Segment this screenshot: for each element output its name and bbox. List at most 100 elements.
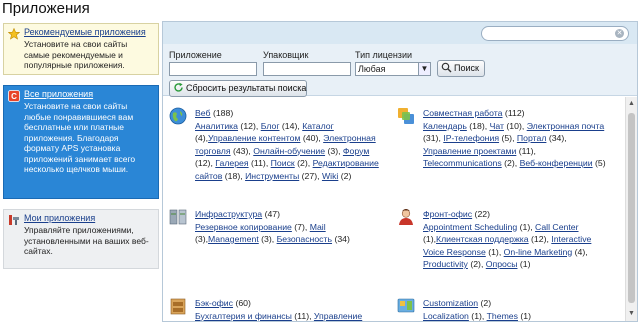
category-front-office-title[interactable]: Фронт-офис (423, 209, 472, 219)
subcategory-link[interactable]: Themes (487, 311, 518, 321)
subcategory-count: (1), (423, 234, 437, 244)
subcategory-count: (3), (258, 234, 277, 244)
packager-filter-label: Упаковщик (263, 50, 309, 60)
packager-filter-input[interactable] (263, 62, 351, 76)
sidebar-item-my-title[interactable]: Мои приложения (24, 213, 154, 223)
subcategory-link[interactable]: Call Center (535, 222, 578, 232)
subcategory-link[interactable]: Электронная почта (527, 121, 605, 131)
subcategory-link[interactable]: Резервное копирование (195, 222, 292, 232)
subcategory-link[interactable]: Инструменты (245, 171, 299, 181)
sidebar-item-all-desc: Установите на свои сайты любые понравивш… (24, 101, 136, 174)
subcategory-count: (14), (279, 120, 303, 131)
subcategory-count: (18), (222, 170, 246, 181)
subcategory-count: (27), (299, 170, 322, 181)
subcategory-link[interactable]: Поиск (271, 158, 295, 168)
subcategory-link[interactable]: Веб-конференции (520, 158, 593, 168)
subcategory-link[interactable]: Чат (490, 121, 504, 131)
star-icon (8, 28, 20, 40)
subcategory-link[interactable]: Management (208, 234, 259, 244)
category-back-office-title[interactable]: Бэк-офис (195, 298, 233, 308)
subcategory-link[interactable]: Telecommunications (423, 158, 502, 168)
license-select-value: Любая (358, 64, 386, 74)
category-web-count: (188) (212, 108, 234, 118)
reset-search-button[interactable]: Сбросить результаты поиска (169, 80, 307, 97)
subcategory-link[interactable]: Форум (343, 146, 369, 156)
subcategory-count: (2), (501, 158, 520, 168)
category-customization-title[interactable]: Customization (423, 298, 478, 308)
subcategory-count: (5), (499, 133, 517, 143)
subcategory-link[interactable]: IP-телефония (443, 133, 499, 143)
scroll-down-icon[interactable]: ▼ (626, 309, 637, 319)
filter-panel: Приложение Упаковщик Тип лицензии Любая … (163, 44, 637, 97)
subcategory-count: (12), (195, 158, 216, 168)
subcategory-count: (34) (332, 234, 350, 244)
page-title: Приложения (2, 0, 90, 17)
magnifier-icon (441, 62, 452, 73)
category-customization-text: Customization (2) Localization (1), Theme… (423, 297, 613, 321)
subcategory-count: (12), (528, 234, 552, 244)
subcategory-count: (2), (294, 158, 313, 168)
search-button[interactable]: Поиск (437, 60, 485, 77)
subcategory-link[interactable]: Управление (314, 311, 362, 321)
categories-list: Веб (188) Аналитика (12), Блог (14), Ката… (163, 97, 625, 321)
category-front-office-count: (22) (474, 209, 490, 219)
sidebar-item-all[interactable]: C Все приложения Установите на свои сайт… (3, 85, 159, 199)
subcategory-count: (11), (291, 310, 314, 321)
scroll-up-icon[interactable]: ▲ (626, 99, 637, 109)
category-back-office-text: Бэк-офис (60) Бухгалтерия и финансы (11),… (195, 297, 385, 321)
subcategory-link[interactable]: Mail (310, 222, 326, 232)
subcategory-count: (31), (423, 133, 444, 143)
subcategory-count: (5) (592, 158, 606, 168)
scrollbar-thumb[interactable] (628, 113, 635, 303)
subcategory-link[interactable]: Галерея (215, 158, 248, 168)
subcategory-count: (10), (503, 120, 527, 131)
category-infrastructure-text: Инфраструктура (47) Резервное копирование… (195, 208, 385, 246)
chevron-down-icon[interactable]: ▼ (418, 63, 430, 75)
subcategory-count: (1), (468, 310, 487, 321)
subcategory-count: (4), (572, 246, 588, 257)
subcategory-link[interactable]: Productivity (423, 259, 468, 269)
subcategory-link[interactable]: Опросы (486, 259, 518, 269)
subcategory-link[interactable]: Бухгалтерия и финансы (195, 311, 292, 321)
category-web-title[interactable]: Веб (195, 108, 211, 118)
subcategory-count: (4), (195, 133, 209, 143)
clear-search-icon[interactable]: ✕ (615, 29, 624, 38)
customization-icon (397, 298, 415, 313)
category-collaboration-count: (112) (504, 108, 525, 118)
search-box[interactable]: ✕ (481, 26, 629, 41)
subcategory-link[interactable]: Портал (517, 133, 547, 143)
subcategory-link[interactable]: On-line Marketing (504, 247, 573, 257)
subcategory-link[interactable]: Управление контентом (208, 133, 300, 143)
category-front-office-text: Фронт-офис (22) Appointment Scheduling (1… (423, 208, 613, 271)
subcategory-link[interactable]: Wiki (322, 171, 338, 181)
search-input[interactable] (488, 27, 613, 40)
app-filter-input[interactable] (169, 62, 257, 76)
category-customization-count: (2) (480, 298, 492, 308)
subcategory-link[interactable]: Appointment Scheduling (423, 222, 517, 232)
subcategory-link[interactable]: Клиентская поддержка (436, 234, 529, 244)
sidebar-item-all-title[interactable]: Все приложения (24, 89, 154, 99)
category-infrastructure-count: (47) (264, 209, 281, 219)
category-infrastructure-title[interactable]: Инфраструктура (195, 209, 262, 219)
subcategory-link[interactable]: Управление проектами (423, 146, 516, 156)
license-select[interactable]: Любая ▼ (355, 62, 431, 76)
subcategory-count: (43), (230, 145, 254, 156)
refresh-icon (174, 82, 183, 92)
subcategory-link[interactable]: Каталог (302, 121, 334, 131)
subcategory-link[interactable]: Localization (423, 311, 469, 321)
sidebar-item-recommended-title[interactable]: Рекомендуемые приложения (24, 27, 154, 37)
sidebar-item-my[interactable]: Мои приложения Управляйте приложениями, … (3, 209, 159, 269)
scrollbar[interactable]: ▲ ▼ (625, 97, 637, 321)
subcategory-count: (11), (516, 145, 536, 156)
category-collaboration-title[interactable]: Совместная работа (423, 108, 503, 118)
subcategory-count: (18), (466, 120, 490, 131)
globe-icon (169, 107, 187, 125)
subcategory-link[interactable]: Безопасность (277, 234, 332, 244)
sidebar-item-recommended[interactable]: Рекомендуемые приложения Установите на с… (3, 23, 159, 75)
subcategory-link[interactable]: Онлайн-обучение (253, 146, 325, 156)
subcategory-link[interactable]: Аналитика (195, 121, 238, 131)
subcategory-link[interactable]: Календарь (423, 121, 467, 131)
collaboration-icon (398, 108, 414, 124)
subcategory-link[interactable]: Блог (261, 121, 280, 131)
subcategory-count: (2) (338, 170, 352, 181)
